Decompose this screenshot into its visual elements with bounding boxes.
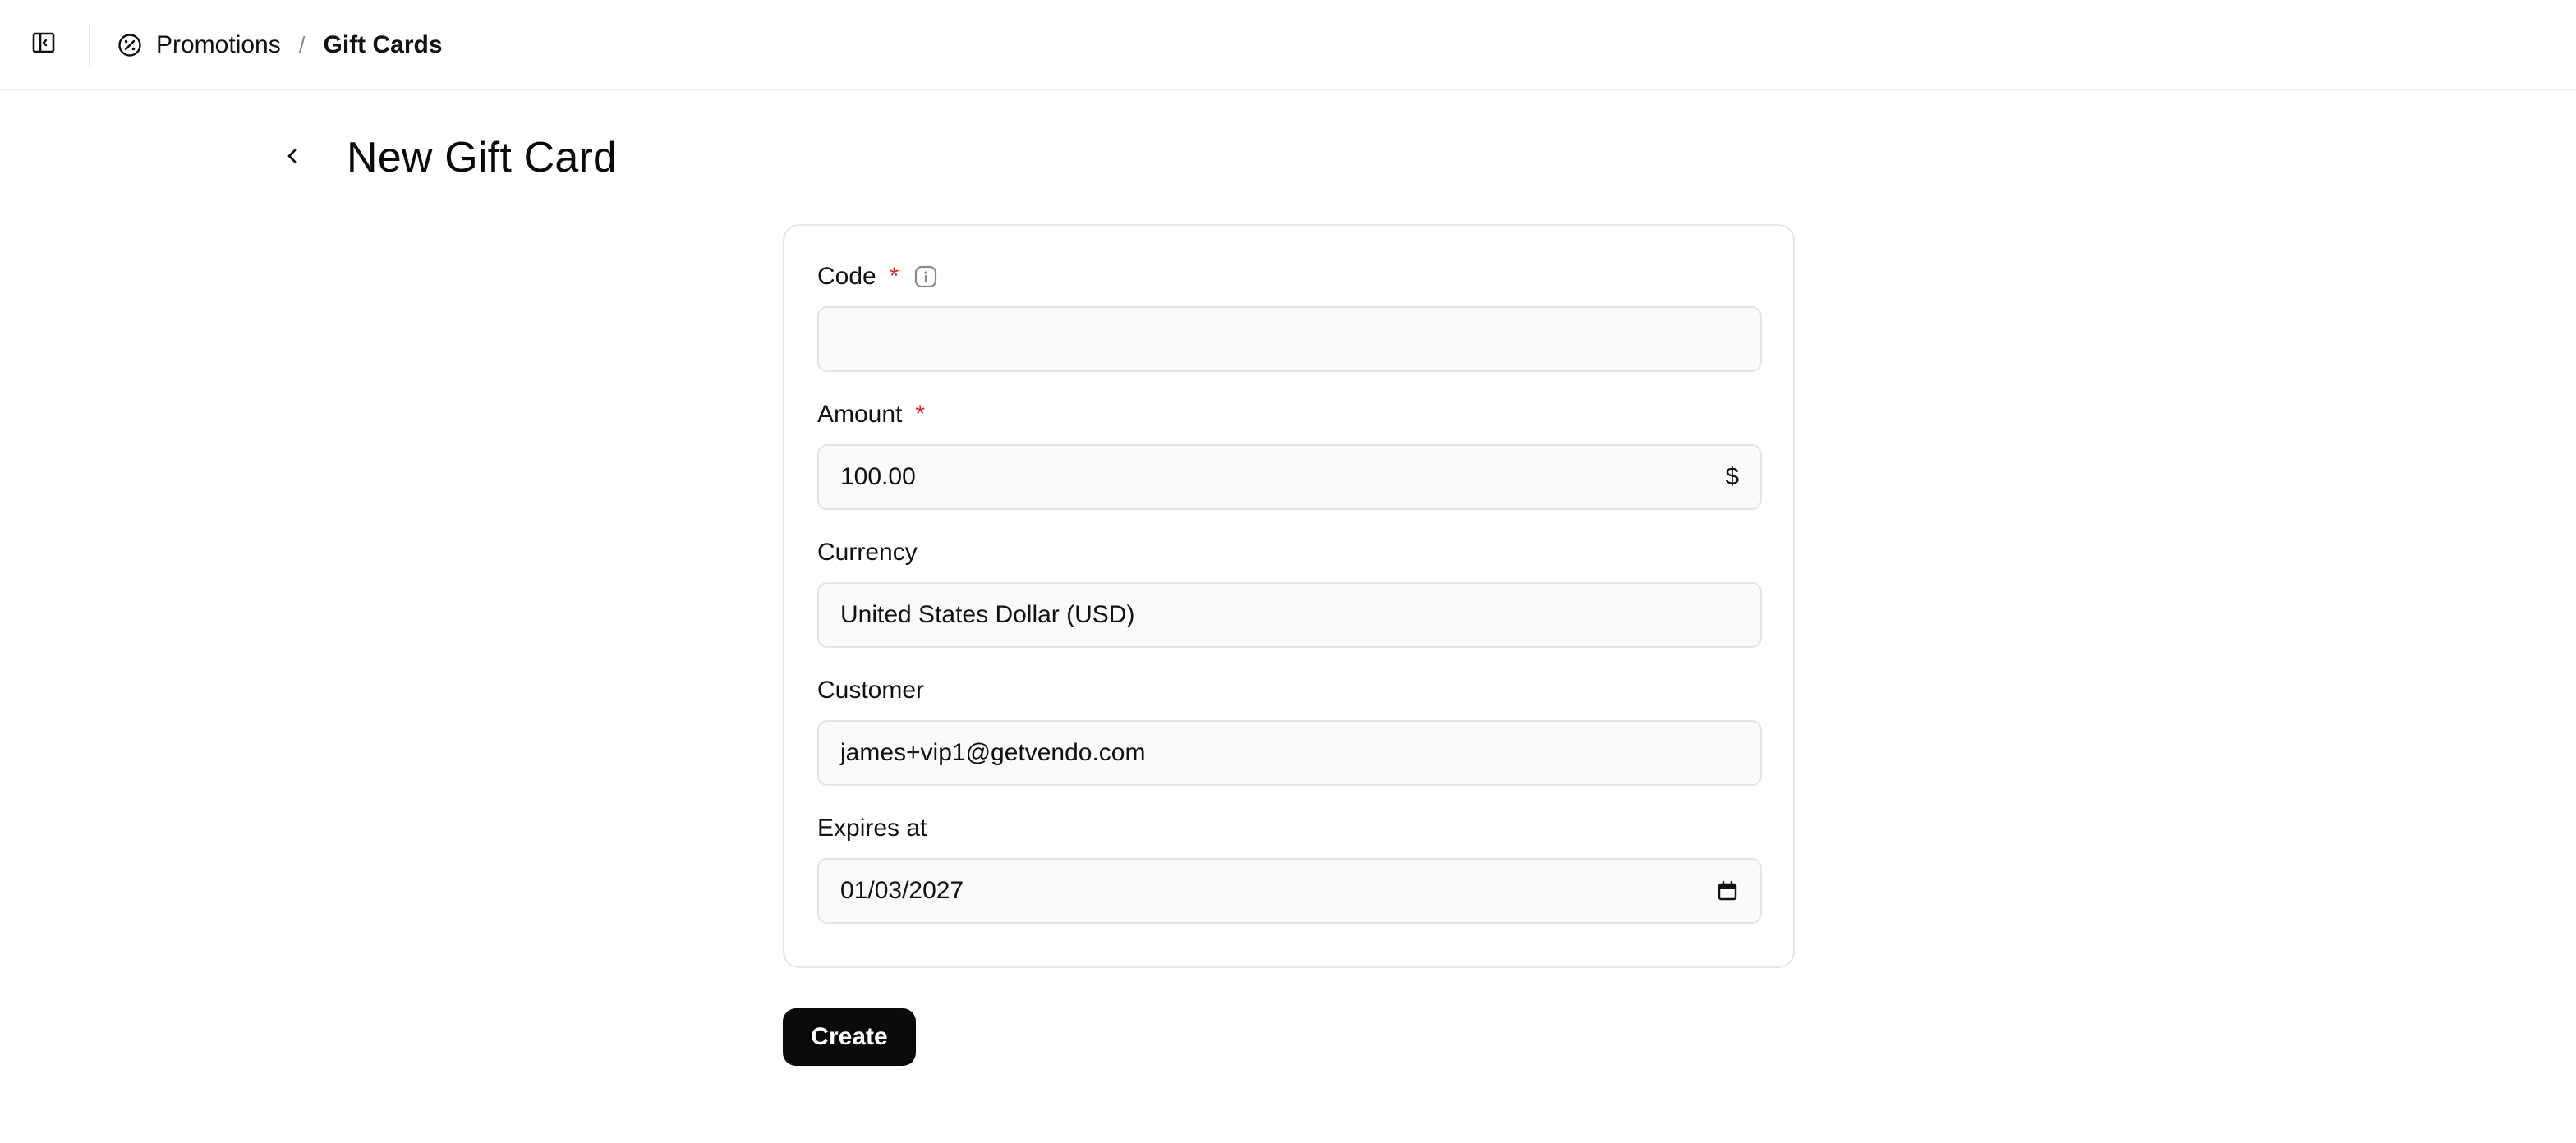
breadcrumb-separator: / bbox=[298, 32, 306, 57]
code-required-mark: * bbox=[889, 263, 899, 290]
page-title: New Gift Card bbox=[347, 134, 618, 181]
amount-field[interactable]: $ bbox=[817, 444, 1762, 510]
calendar-icon[interactable] bbox=[1715, 879, 1739, 903]
customer-label-text: Customer bbox=[817, 677, 925, 704]
currency-label-text: Currency bbox=[817, 539, 918, 566]
top-bar: Promotions / Gift Cards bbox=[0, 0, 2576, 90]
currency-symbol: $ bbox=[1725, 463, 1739, 490]
breadcrumb: Promotions / Gift Cards bbox=[117, 25, 443, 66]
code-field[interactable] bbox=[817, 306, 1762, 372]
sidebar-toggle-button[interactable] bbox=[28, 30, 59, 59]
code-input[interactable] bbox=[840, 308, 1739, 370]
percent-badge-icon bbox=[117, 32, 143, 58]
code-label-text: Code bbox=[817, 263, 876, 290]
customer-value: james+vip1@getvendo.com bbox=[840, 739, 1146, 766]
amount-label-text: Amount bbox=[817, 401, 903, 428]
back-button[interactable] bbox=[276, 141, 309, 174]
expires-at-input[interactable] bbox=[840, 860, 1706, 922]
sidebar-panel-icon bbox=[32, 32, 55, 57]
code-label: Code * bbox=[817, 260, 938, 293]
expires-at-label: Expires at bbox=[817, 812, 927, 845]
expires-at-label-text: Expires at bbox=[817, 815, 927, 842]
info-icon[interactable] bbox=[913, 264, 938, 289]
create-button[interactable]: Create bbox=[783, 1008, 916, 1066]
currency-select[interactable]: United States Dollar (USD) bbox=[817, 582, 1762, 648]
gift-card-form: Code * Amount * $ Currency United States… bbox=[783, 224, 1795, 968]
currency-value: United States Dollar (USD) bbox=[840, 601, 1135, 628]
chevron-left-icon bbox=[284, 145, 301, 172]
currency-label: Currency bbox=[817, 536, 918, 569]
breadcrumb-promotions[interactable]: Promotions bbox=[156, 31, 281, 59]
breadcrumb-gift-cards: Gift Cards bbox=[323, 31, 443, 58]
topbar-divider bbox=[89, 25, 90, 66]
amount-label: Amount * bbox=[817, 398, 925, 431]
customer-select[interactable]: james+vip1@getvendo.com bbox=[817, 720, 1762, 786]
amount-input[interactable] bbox=[840, 446, 1716, 508]
customer-label: Customer bbox=[817, 674, 924, 707]
amount-required-mark: * bbox=[915, 401, 926, 428]
expires-at-field[interactable] bbox=[817, 858, 1762, 924]
